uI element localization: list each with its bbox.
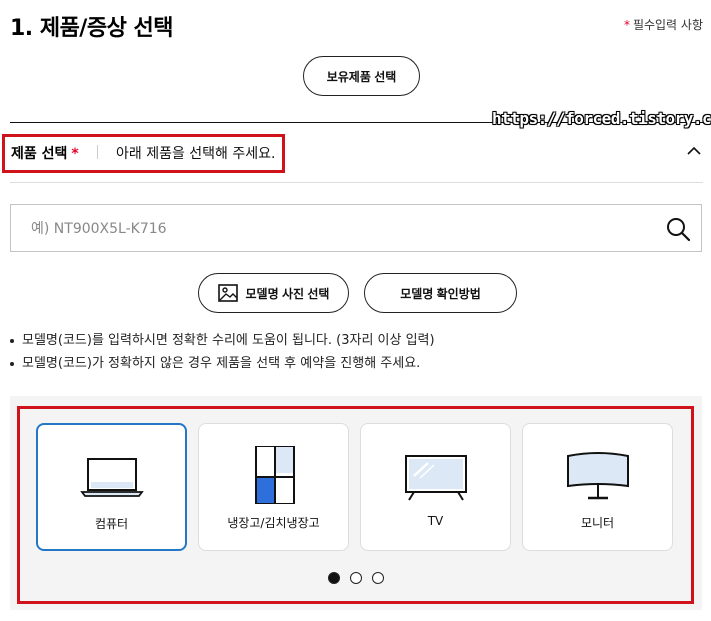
monitor-icon bbox=[566, 452, 629, 500]
page-title: 1. 제품/증상 선택 bbox=[10, 16, 173, 41]
model-photo-select-button[interactable]: 모델명 사진 선택 bbox=[198, 273, 349, 313]
category-label: 모니터 bbox=[580, 516, 615, 530]
category-card-tv[interactable]: TV bbox=[360, 423, 511, 551]
note-item: 모델명(코드)를 입력하시면 정확한 수리에 도움이 됩니다. (3자리 이상 … bbox=[10, 332, 435, 355]
category-label: TV bbox=[427, 514, 444, 528]
category-label: 냉장고/김치냉장고 bbox=[227, 516, 320, 530]
search-icon[interactable] bbox=[665, 216, 691, 242]
model-check-method-button[interactable]: 모델명 확인방법 bbox=[364, 273, 517, 313]
model-search-input[interactable] bbox=[31, 218, 631, 240]
pagination-dot-2[interactable] bbox=[350, 572, 362, 584]
pagination-dot-3[interactable] bbox=[372, 572, 384, 584]
refrigerator-icon bbox=[254, 446, 295, 504]
category-card-refrigerator[interactable]: 냉장고/김치냉장고 bbox=[198, 423, 349, 551]
tv-icon bbox=[404, 455, 467, 501]
model-search-box bbox=[10, 204, 702, 252]
section-divider-light bbox=[10, 182, 703, 183]
image-icon bbox=[217, 284, 238, 302]
product-section-label: 제품 선택 * bbox=[11, 143, 79, 163]
category-card-monitor[interactable]: 모니터 bbox=[522, 423, 673, 551]
chevron-up-icon[interactable] bbox=[687, 146, 701, 156]
product-section-label-text: 제품 선택 bbox=[11, 146, 68, 162]
watermark: https://forced.tistory.com bbox=[492, 109, 711, 128]
notes-list: 모델명(코드)를 입력하시면 정확한 수리에 도움이 됩니다. (3자리 이상 … bbox=[10, 332, 435, 378]
label-separator bbox=[97, 145, 98, 159]
required-note: * 필수입력 사항 bbox=[624, 16, 703, 33]
owned-product-button[interactable]: 보유제품 선택 bbox=[303, 56, 420, 96]
required-star: * bbox=[71, 146, 79, 162]
product-section-hint: 아래 제품을 선택해 주세요. bbox=[116, 146, 276, 162]
category-card-computer[interactable]: 컴퓨터 bbox=[36, 423, 187, 551]
carousel-pagination bbox=[328, 572, 384, 584]
laptop-icon bbox=[79, 458, 144, 497]
required-star: * bbox=[623, 18, 630, 32]
category-label: 컴퓨터 bbox=[94, 517, 129, 531]
pagination-dot-1[interactable] bbox=[328, 572, 340, 584]
model-photo-select-label: 모델명 사진 선택 bbox=[245, 286, 330, 301]
note-item: 모델명(코드)가 정확하지 않은 경우 제품을 선택 후 예약을 진행해 주세요… bbox=[10, 355, 435, 378]
required-note-text: 필수입력 사항 bbox=[632, 18, 703, 32]
